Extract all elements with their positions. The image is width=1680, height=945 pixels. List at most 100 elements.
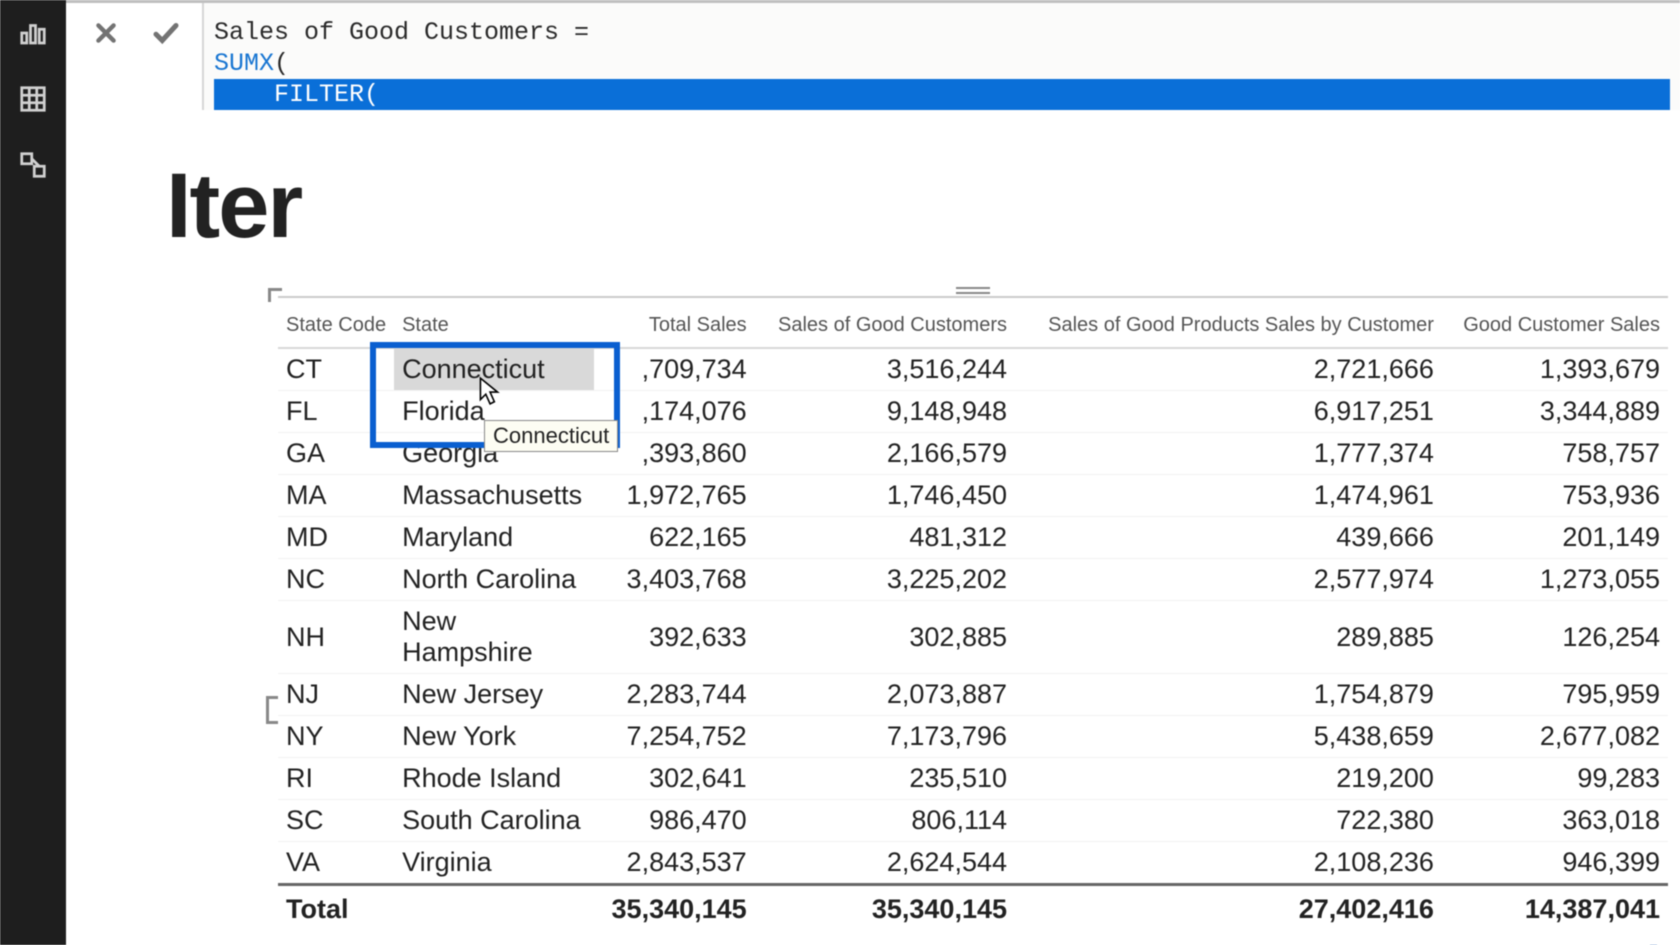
table-row[interactable]: NHNew Hampshire392,633302,885289,885126,… [278,601,1668,674]
cell-good-products: 1,777,374 [1015,433,1442,475]
cell-good-products: 5,438,659 [1015,716,1442,758]
cell-total-sales: 1,972,765 [594,475,755,517]
model-view-button[interactable] [14,146,52,184]
cell-good-cust-sales: 753,936 [1442,475,1668,517]
nav-rail [0,0,66,945]
cell-good-cust-sales: 1,393,679 [1442,348,1668,391]
table-row[interactable]: NYNew York7,254,7527,173,7965,438,6592,6… [278,716,1668,758]
cell-good-products: 1,474,961 [1015,475,1442,517]
cell-state: New York [394,716,594,758]
cell-good-cust-sales: 201,149 [1442,517,1668,559]
data-view-button[interactable] [14,80,52,118]
cell-good-cust-sales: 363,018 [1442,800,1668,842]
cell-tooltip: Connecticut [484,420,618,452]
cell-state-code: GA [278,433,394,475]
cell-total-sales: 2,843,537 [594,842,755,885]
cell-state-code: VA [278,842,394,885]
cell-good-cust-sales: 99,283 [1442,758,1668,800]
table-row[interactable]: CTConnecticut,709,7343,516,2442,721,6661… [278,348,1668,391]
table-row[interactable]: NCNorth Carolina3,403,7683,225,2022,577,… [278,559,1668,601]
cell-good-customers: 806,114 [755,800,1015,842]
cell-good-customers: 235,510 [755,758,1015,800]
cell-good-customers: 1,746,450 [755,475,1015,517]
cell-good-cust-sales: 946,399 [1442,842,1668,885]
main-area: Sales of Good Customers =SUMX( FILTER( V… [66,0,1680,945]
drag-handle-icon[interactable] [956,282,990,298]
table-visual[interactable]: State Code State Total Sales Sales of Go… [278,296,1668,930]
cell-good-customers: 2,624,544 [755,842,1015,885]
cell-total-sales: 986,470 [594,800,755,842]
cell-good-products: 439,666 [1015,517,1442,559]
formula-line: SUMX( [214,48,1670,79]
cell-good-customers: 302,885 [755,601,1015,674]
cancel-formula-button[interactable] [90,17,122,49]
data-table: State Code State Total Sales Sales of Go… [278,298,1668,930]
cell-good-customers: 2,166,579 [755,433,1015,475]
cell-state: New Hampshire [394,601,594,674]
col-header[interactable]: Sales of Good Customers [755,298,1015,348]
cell-good-customers: 2,073,887 [755,674,1015,716]
table-row[interactable]: VAVirginia2,843,5372,624,5442,108,236946… [278,842,1668,885]
formula-line: FILTER( [214,79,1670,110]
cell-total-sales: 392,633 [594,601,755,674]
col-header[interactable]: Total Sales [594,298,755,348]
cell-state: Massachusetts [394,475,594,517]
table-row[interactable]: MAMassachusetts1,972,7651,746,4501,474,9… [278,475,1668,517]
cell-state: Rhode Island [394,758,594,800]
cell-state-code: NC [278,559,394,601]
cell-good-cust-sales: 126,254 [1442,601,1668,674]
cell-good-customers: 9,148,948 [755,391,1015,433]
cell-state-code: SC [278,800,394,842]
cell-good-products: 289,885 [1015,601,1442,674]
table-header-row: State Code State Total Sales Sales of Go… [278,298,1668,348]
table-row[interactable]: MDMaryland622,165481,312439,666201,149 [278,517,1668,559]
cell-good-customers: 481,312 [755,517,1015,559]
report-view-button[interactable] [14,14,52,52]
cell-state: New Jersey [394,674,594,716]
cell-good-products: 219,200 [1015,758,1442,800]
formula-line: Sales of Good Customers = [214,17,1670,48]
cell-state: Virginia [394,842,594,885]
cell-state-code: NH [278,601,394,674]
cell-good-customers: 3,225,202 [755,559,1015,601]
total-val: 35,340,145 [594,885,755,931]
cell-good-cust-sales: 3,344,889 [1442,391,1668,433]
table-row[interactable]: NJNew Jersey2,283,7442,073,8871,754,8797… [278,674,1668,716]
cell-state: Connecticut [394,348,594,391]
cell-state: South Carolina [394,800,594,842]
total-val: 35,340,145 [755,885,1015,931]
cell-good-cust-sales: 795,959 [1442,674,1668,716]
cell-good-products: 2,108,236 [1015,842,1442,885]
report-canvas[interactable]: Iter State Code State Total Sales Sales … [86,110,1680,945]
table-row[interactable]: RIRhode Island302,641235,510219,20099,28… [278,758,1668,800]
cell-good-products: 6,917,251 [1015,391,1442,433]
table-row[interactable]: SCSouth Carolina986,470806,114722,380363… [278,800,1668,842]
cell-good-cust-sales: 1,273,055 [1442,559,1668,601]
cell-state-code: NJ [278,674,394,716]
resize-handle-icon[interactable] [268,288,282,302]
table-total-row: Total35,340,14535,340,14527,402,41614,38… [278,885,1668,931]
cell-good-cust-sales: 758,757 [1442,433,1668,475]
cell-total-sales: 3,403,768 [594,559,755,601]
cell-good-cust-sales: 2,677,082 [1442,716,1668,758]
col-header[interactable]: Good Customer Sales [1442,298,1668,348]
cell-good-customers: 3,516,244 [755,348,1015,391]
cell-total-sales: 2,283,744 [594,674,755,716]
page-title: Iter [166,154,301,259]
cell-state-code: CT [278,348,394,391]
cell-state: Maryland [394,517,594,559]
commit-formula-button[interactable] [150,17,182,49]
cell-state-code: MA [278,475,394,517]
cell-total-sales: 302,641 [594,758,755,800]
cell-state: North Carolina [394,559,594,601]
cell-state-code: NY [278,716,394,758]
cell-state-code: FL [278,391,394,433]
col-header[interactable]: State [394,298,594,348]
resize-handle-icon[interactable] [266,696,278,724]
col-header[interactable]: State Code [278,298,394,348]
cell-good-products: 1,754,879 [1015,674,1442,716]
cell-total-sales: 622,165 [594,517,755,559]
cell-total-sales: 7,254,752 [594,716,755,758]
cell-good-products: 2,721,666 [1015,348,1442,391]
col-header[interactable]: Sales of Good Products Sales by Customer [1015,298,1442,348]
